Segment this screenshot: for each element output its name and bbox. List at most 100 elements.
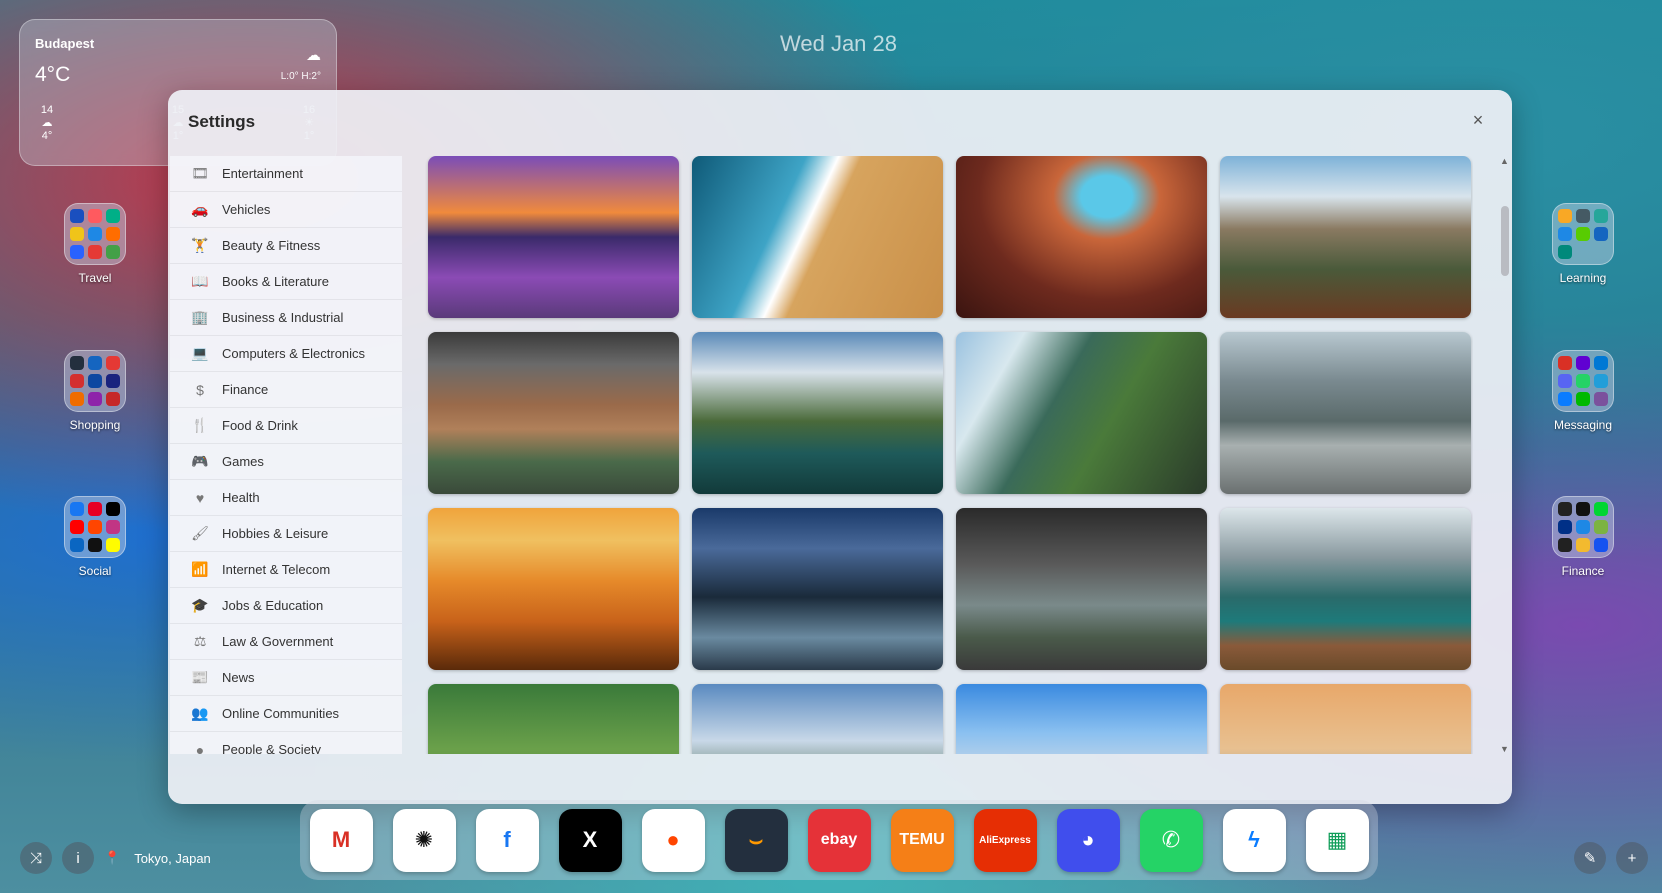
forecast-temp: 4° [41, 130, 53, 142]
wallpaper-thumbnail[interactable] [692, 508, 943, 670]
building-icon: 🏢 [191, 309, 209, 325]
brush-icon: 🖌 [191, 525, 209, 541]
cloud-icon: ☁ [41, 117, 53, 129]
aliexpress-icon[interactable]: AliExpress [973, 808, 1037, 872]
category-item-computers-electronics[interactable]: 💻 Computers & Electronics [170, 336, 402, 372]
wallpaper-thumbnail[interactable] [692, 684, 943, 754]
folder-learning[interactable]: Learning [1552, 203, 1614, 285]
wallpaper-thumbnail[interactable] [956, 684, 1207, 754]
wallpaper-thumbnail[interactable] [1220, 684, 1471, 754]
category-item-games[interactable]: 🎮 Games [170, 444, 402, 480]
weather-hilo: L:0° H:2° [280, 71, 321, 82]
wallpaper-thumbnail[interactable] [1220, 156, 1471, 318]
category-label: Books & Literature [222, 274, 329, 289]
messenger-icon[interactable]: ϟ [1222, 808, 1286, 872]
app-mini-icon [106, 356, 120, 370]
sheets-icon[interactable]: ▦ [1305, 808, 1369, 872]
shuffle-icon[interactable]: ⤨ [20, 842, 52, 874]
folder-label: Learning [1559, 271, 1607, 285]
app-mini-icon [1558, 245, 1572, 259]
app-mini-icon [1558, 392, 1572, 406]
film-icon: 🎞 [191, 165, 209, 181]
category-item-food-drink[interactable]: 🍴 Food & Drink [170, 408, 402, 444]
category-item-finance[interactable]: $ Finance [170, 372, 402, 408]
category-item-online-communities[interactable]: 👥 Online Communities [170, 696, 402, 732]
folder-shopping[interactable]: Shopping [64, 350, 126, 432]
category-item-health[interactable]: ♥ Health [170, 480, 402, 516]
category-item-books-literature[interactable]: 📖 Books & Literature [170, 264, 402, 300]
grid-scrollbar[interactable]: ▲ ▼ [1498, 156, 1512, 754]
folder-finance[interactable]: Finance [1552, 496, 1614, 578]
category-label: Hobbies & Leisure [222, 526, 329, 541]
scroll-down-icon[interactable]: ▼ [1500, 744, 1509, 754]
app-mini-icon [106, 520, 120, 534]
close-button[interactable]: × [1466, 108, 1490, 132]
category-label: Internet & Telecom [222, 562, 331, 577]
app-mini-icon [1594, 520, 1608, 534]
ebay-icon[interactable]: ebay [807, 808, 871, 872]
category-sidebar[interactable]: 🎞 Entertainment 🚗 Vehicles 🏋 Beauty & Fitne… [170, 156, 402, 754]
category-label: Health [222, 490, 260, 505]
app-mini-icon [1558, 356, 1572, 370]
newspaper-icon: 📰 [191, 669, 209, 685]
wallpaper-thumbnail[interactable] [1220, 332, 1471, 494]
app-mini-icon [70, 209, 84, 223]
category-item-law-government[interactable]: ⚖ Law & Government [170, 624, 402, 660]
app-mini-icon [1594, 502, 1608, 516]
info-icon[interactable]: i [62, 842, 94, 874]
wallpaper-thumbnail[interactable] [692, 156, 943, 318]
folder-messaging[interactable]: Messaging [1552, 350, 1614, 432]
app-mini-icon [1576, 392, 1590, 406]
app-dock: M ✺ f X ● ⌣ ebay TEMU AliExpress ◕ ✆ ϟ ▦ [300, 800, 1378, 880]
scrollbar-thumb[interactable] [1501, 206, 1509, 276]
temu-icon[interactable]: TEMU [890, 808, 954, 872]
category-label: Finance [222, 382, 269, 397]
wallpaper-thumbnail[interactable] [956, 332, 1207, 494]
category-item-internet-telecom[interactable]: 📶 Internet & Telecom [170, 552, 402, 588]
app-mini-icon [106, 538, 120, 552]
app-mini-icon [1576, 538, 1590, 552]
graduation-cap-icon: 🎓 [191, 597, 209, 613]
forecast-day-label: 14 [40, 104, 54, 116]
app-mini-icon [1594, 374, 1608, 388]
folder-social[interactable]: Social [64, 496, 126, 578]
wallpaper-thumbnail[interactable] [428, 684, 679, 754]
add-icon[interactable]: + [1616, 842, 1648, 874]
category-item-vehicles[interactable]: 🚗 Vehicles [170, 192, 402, 228]
wallpaper-thumbnail[interactable] [956, 508, 1207, 670]
facebook-icon[interactable]: f [475, 808, 539, 872]
amazon-icon[interactable]: ⌣ [724, 808, 788, 872]
wallpaper-thumbnail[interactable] [1220, 508, 1471, 670]
discord-icon[interactable]: ◕ [1056, 808, 1120, 872]
app-mini-icon [1558, 227, 1572, 241]
gmail-icon[interactable]: M [309, 808, 373, 872]
wallpaper-thumbnail[interactable] [428, 156, 679, 318]
wallpaper-thumbnail[interactable] [428, 332, 679, 494]
heart-icon: ♥ [195, 489, 205, 506]
category-item-entertainment[interactable]: 🎞 Entertainment [170, 156, 402, 192]
category-item-news[interactable]: 📰 News [170, 660, 402, 696]
forecast-day: 14 ☁ 4° [35, 104, 59, 142]
edit-icon[interactable]: ✎ [1574, 842, 1606, 874]
app-mini-icon [1558, 520, 1572, 534]
wallpaper-thumbnail[interactable] [428, 508, 679, 670]
category-item-hobbies-leisure[interactable]: 🖌 Hobbies & Leisure [170, 516, 402, 552]
category-item-jobs-education[interactable]: 🎓 Jobs & Education [170, 588, 402, 624]
chatgpt-icon[interactable]: ✺ [392, 808, 456, 872]
wallpaper-thumbnail[interactable] [956, 156, 1207, 318]
x-icon[interactable]: X [558, 808, 622, 872]
book-icon: 📖 [191, 273, 209, 289]
app-mini-icon [1576, 209, 1590, 223]
app-mini-icon [1576, 356, 1590, 370]
category-item-beauty-fitness[interactable]: 🏋 Beauty & Fitness [170, 228, 402, 264]
folder-travel[interactable]: Travel [64, 203, 126, 285]
scroll-up-icon[interactable]: ▲ [1500, 156, 1509, 166]
wallpaper-thumbnail[interactable] [692, 332, 943, 494]
category-item-business-industrial[interactable]: 🏢 Business & Industrial [170, 300, 402, 336]
whatsapp-icon[interactable]: ✆ [1139, 808, 1203, 872]
location-label[interactable]: Tokyo, Japan [134, 851, 211, 866]
category-label: Food & Drink [222, 418, 298, 433]
reddit-icon[interactable]: ● [641, 808, 705, 872]
category-item-people-society[interactable]: ● People & Society [170, 732, 402, 755]
weather-city: Budapest [35, 36, 95, 51]
